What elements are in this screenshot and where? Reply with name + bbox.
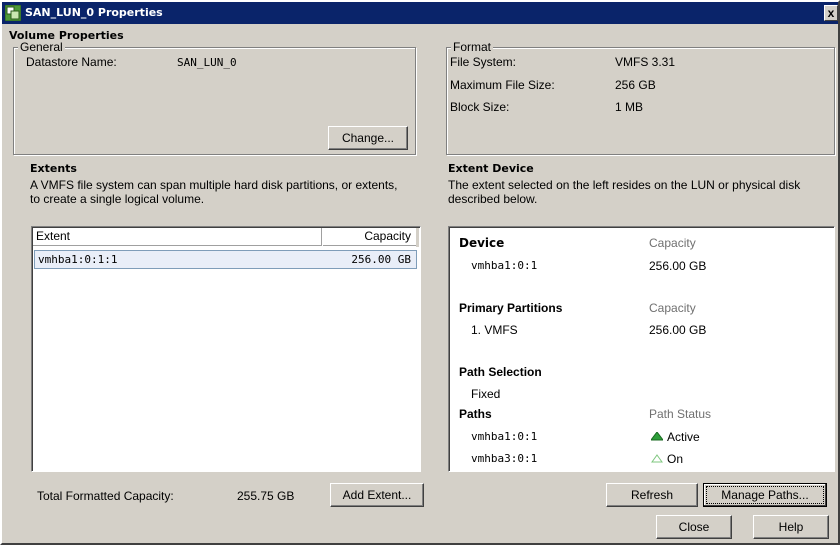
path-status-active: Active <box>667 430 700 444</box>
extents-description-line2: to create a single logical volume. <box>30 192 205 206</box>
datastore-app-icon <box>5 5 21 21</box>
path-selection-value: Fixed <box>471 387 501 401</box>
path-status-on: On <box>667 452 684 466</box>
device-capacity-label: Capacity <box>649 236 696 250</box>
path-selection-label: Path Selection <box>459 365 542 379</box>
change-button[interactable]: Change... <box>328 126 408 150</box>
close-icon: x <box>827 6 835 20</box>
file-system-label: File System: <box>450 55 517 69</box>
extent-device-panel: Device Capacity vmhba1:0:1 256.00 GB Pri… <box>448 226 835 472</box>
header-spacer <box>416 228 419 247</box>
standby-status-icon <box>651 454 663 463</box>
partitions-capacity-label: Capacity <box>649 301 696 315</box>
refresh-button[interactable]: Refresh <box>606 483 698 507</box>
format-group: Format File System: VMFS 3.31 Maximum Fi… <box>446 40 835 155</box>
path-status-label: Path Status <box>649 407 712 421</box>
table-row[interactable]: vmhba1:0:1:1 256.00 GB <box>34 250 417 269</box>
help-button[interactable]: Help <box>753 515 829 539</box>
path-name: vmhba1:0:1 <box>471 430 538 443</box>
device-label: Device <box>459 236 505 250</box>
general-group: General Datastore Name: SAN_LUN_0 Change… <box>13 40 416 155</box>
extent-name-cell: vmhba1:0:1:1 <box>38 253 118 266</box>
extents-description-line1: A VMFS file system can span multiple har… <box>30 178 398 192</box>
device-capacity-value: 256.00 GB <box>649 259 707 273</box>
path-name: vmhba3:0:1 <box>471 452 538 465</box>
extent-column-header[interactable]: Extent <box>33 228 322 246</box>
window-title: SAN_LUN_0 Properties <box>25 6 163 19</box>
block-size-label: Block Size: <box>450 100 510 114</box>
paths-label: Paths <box>459 407 492 421</box>
block-size-value: 1 MB <box>615 100 644 114</box>
title-bar[interactable]: SAN_LUN_0 Properties x <box>2 2 838 24</box>
properties-dialog: SAN_LUN_0 Properties x Volume Properties… <box>0 0 840 545</box>
extent-capacity-cell: 256.00 GB <box>351 253 411 266</box>
add-extent-button[interactable]: Add Extent... <box>330 483 424 507</box>
max-file-size-value: 256 GB <box>615 78 656 92</box>
partition-name: 1. VMFS <box>471 323 518 337</box>
primary-partitions-label: Primary Partitions <box>459 301 563 315</box>
extents-list[interactable]: Extent Capacity vmhba1:0:1:1 256.00 GB <box>31 226 421 472</box>
total-formatted-capacity-value: 255.75 GB <box>237 489 295 503</box>
extent-device-description-line1: The extent selected on the left resides … <box>448 178 801 192</box>
close-window-button[interactable]: x <box>824 5 838 21</box>
max-file-size-label: Maximum File Size: <box>450 78 555 92</box>
active-status-icon <box>651 432 663 441</box>
extent-device-description-line2: described below. <box>448 192 538 206</box>
file-system-value: VMFS 3.31 <box>615 55 676 69</box>
general-legend: General <box>18 40 65 54</box>
datastore-name-value: SAN_LUN_0 <box>177 56 237 69</box>
partition-capacity-value: 256.00 GB <box>649 323 707 337</box>
extents-heading: Extents <box>30 162 77 175</box>
device-name: vmhba1:0:1 <box>471 259 538 272</box>
manage-paths-button[interactable]: Manage Paths... <box>703 483 827 507</box>
format-legend: Format <box>451 40 494 54</box>
total-formatted-capacity-label: Total Formatted Capacity: <box>37 489 174 503</box>
capacity-column-header[interactable]: Capacity <box>323 228 416 246</box>
close-button[interactable]: Close <box>656 515 732 539</box>
datastore-name-label: Datastore Name: <box>26 55 117 69</box>
extent-device-heading: Extent Device <box>448 162 534 175</box>
